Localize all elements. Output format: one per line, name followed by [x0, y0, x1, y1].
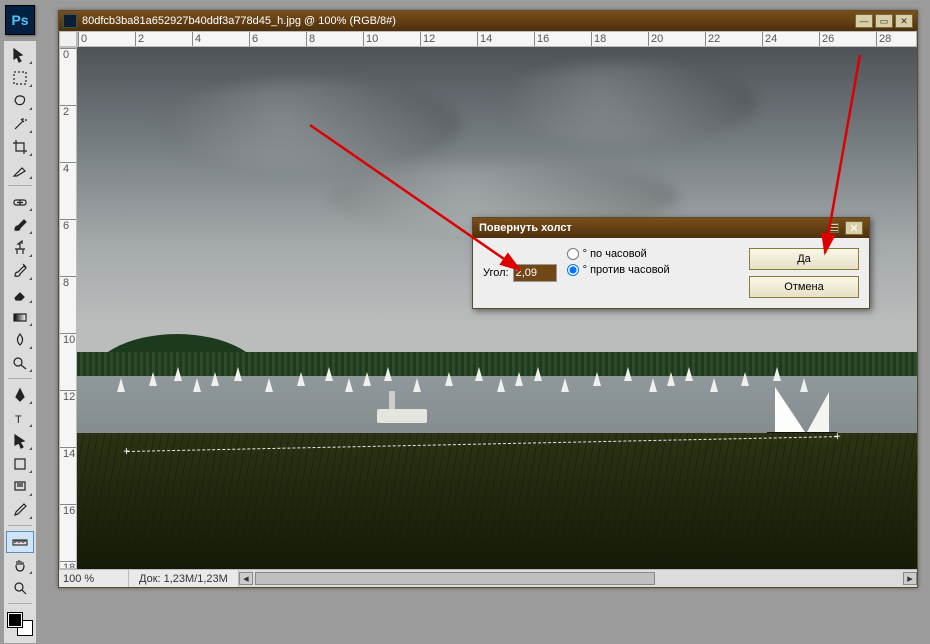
small-sail: [624, 367, 632, 381]
tool-gradient[interactable]: [6, 306, 34, 328]
dialog-grip-icon: [829, 223, 839, 233]
svg-text:T: T: [15, 414, 22, 426]
foreground-swatch[interactable]: [8, 613, 22, 627]
ruler-vertical[interactable]: 024681012141618: [59, 47, 77, 569]
tool-type[interactable]: T: [6, 407, 34, 429]
tool-pen[interactable]: [6, 384, 34, 406]
small-sail: [265, 378, 273, 392]
tool-brush[interactable]: [6, 214, 34, 236]
tool-sep-3: [6, 522, 34, 530]
tool-marquee[interactable]: [6, 67, 34, 89]
cw-option[interactable]: ° по часовой: [567, 248, 670, 260]
ccw-label: ° против часовой: [583, 264, 670, 276]
small-sail: [593, 372, 601, 386]
cw-label: ° по часовой: [583, 248, 647, 260]
sky: [77, 47, 917, 376]
small-sail: [211, 372, 219, 386]
tool-path-select[interactable]: [6, 430, 34, 452]
ruler-corner: [59, 31, 77, 47]
small-sail: [363, 372, 371, 386]
small-sail: [345, 378, 353, 392]
tool-hand[interactable]: [6, 554, 34, 576]
tool-move[interactable]: [6, 44, 34, 66]
small-sail: [193, 378, 201, 392]
small-sail: [117, 378, 125, 392]
tool-lasso[interactable]: [6, 90, 34, 112]
small-sail: [413, 378, 421, 392]
rotate-canvas-dialog: Повернуть холст ✕ Угол: ° по часовой ° п…: [472, 217, 870, 309]
tool-slice[interactable]: [6, 159, 34, 181]
small-sail: [561, 378, 569, 392]
h-scrollbar[interactable]: ◂ ▸: [238, 570, 917, 587]
app-badge: Ps: [5, 5, 35, 35]
tool-ruler[interactable]: [6, 531, 34, 553]
minimize-button[interactable]: —: [855, 14, 873, 28]
document-icon: [63, 14, 77, 28]
maximize-button[interactable]: ▭: [875, 14, 893, 28]
small-sail: [475, 367, 483, 381]
small-sail: [649, 378, 657, 392]
tool-eyedropper[interactable]: [6, 499, 34, 521]
app-badge-label: Ps: [11, 12, 28, 28]
ccw-option[interactable]: ° против часовой: [567, 264, 670, 276]
scroll-left-arrow[interactable]: ◂: [239, 572, 253, 585]
small-sail: [773, 367, 781, 381]
dialog-close-button[interactable]: ✕: [845, 221, 863, 235]
color-swatches[interactable]: [6, 611, 34, 637]
boat: [377, 409, 427, 423]
tool-eraser[interactable]: [6, 283, 34, 305]
small-sail: [149, 372, 157, 386]
tool-sep-4: [6, 600, 34, 608]
small-sail: [667, 372, 675, 386]
angle-label: Угол:: [483, 267, 509, 279]
small-sail: [534, 367, 542, 381]
small-sail: [497, 378, 505, 392]
document-title: 80dfcb3ba81a652927b40ddf3a778d45_h.jpg @…: [82, 15, 853, 27]
reeds: [77, 433, 917, 569]
tool-sep-1: [6, 182, 34, 190]
tool-healing[interactable]: [6, 191, 34, 213]
document-titlebar[interactable]: 80dfcb3ba81a652927b40ddf3a778d45_h.jpg @…: [59, 11, 917, 31]
small-sail: [445, 372, 453, 386]
small-sail: [685, 367, 693, 381]
dialog-title: Повернуть холст: [479, 222, 829, 234]
scroll-right-arrow[interactable]: ▸: [903, 572, 917, 585]
small-sail: [515, 372, 523, 386]
small-sail: [325, 367, 333, 381]
treeline: [77, 352, 917, 376]
cancel-button[interactable]: Отмена: [749, 276, 859, 298]
tool-crop[interactable]: [6, 136, 34, 158]
small-sail: [384, 367, 392, 381]
angle-input[interactable]: [513, 264, 557, 282]
ccw-radio[interactable]: [567, 264, 579, 276]
tool-palette: T: [3, 40, 37, 644]
small-sail: [234, 367, 242, 381]
cw-radio[interactable]: [567, 248, 579, 260]
tool-wand[interactable]: [6, 113, 34, 135]
doc-size-readout: Док: 1,23M/1,23M: [129, 573, 238, 585]
small-sail: [741, 372, 749, 386]
ok-button[interactable]: Да: [749, 248, 859, 270]
dialog-titlebar[interactable]: Повернуть холст ✕: [473, 218, 869, 238]
tool-notes[interactable]: [6, 476, 34, 498]
tool-sep-2: [6, 375, 34, 383]
ruler-horizontal[interactable]: 0246810121416182022242628: [77, 31, 917, 47]
tool-shape[interactable]: [6, 453, 34, 475]
scroll-thumb[interactable]: [255, 572, 655, 585]
tool-dodge[interactable]: [6, 352, 34, 374]
tool-clone[interactable]: [6, 237, 34, 259]
zoom-readout[interactable]: 100 %: [59, 570, 129, 587]
small-sail: [174, 367, 182, 381]
small-sail: [710, 378, 718, 392]
small-sail: [297, 372, 305, 386]
tool-history-brush[interactable]: [6, 260, 34, 282]
status-bar: 100 % Док: 1,23M/1,23M ◂ ▸: [59, 569, 917, 587]
close-button[interactable]: ✕: [895, 14, 913, 28]
tool-blur[interactable]: [6, 329, 34, 351]
